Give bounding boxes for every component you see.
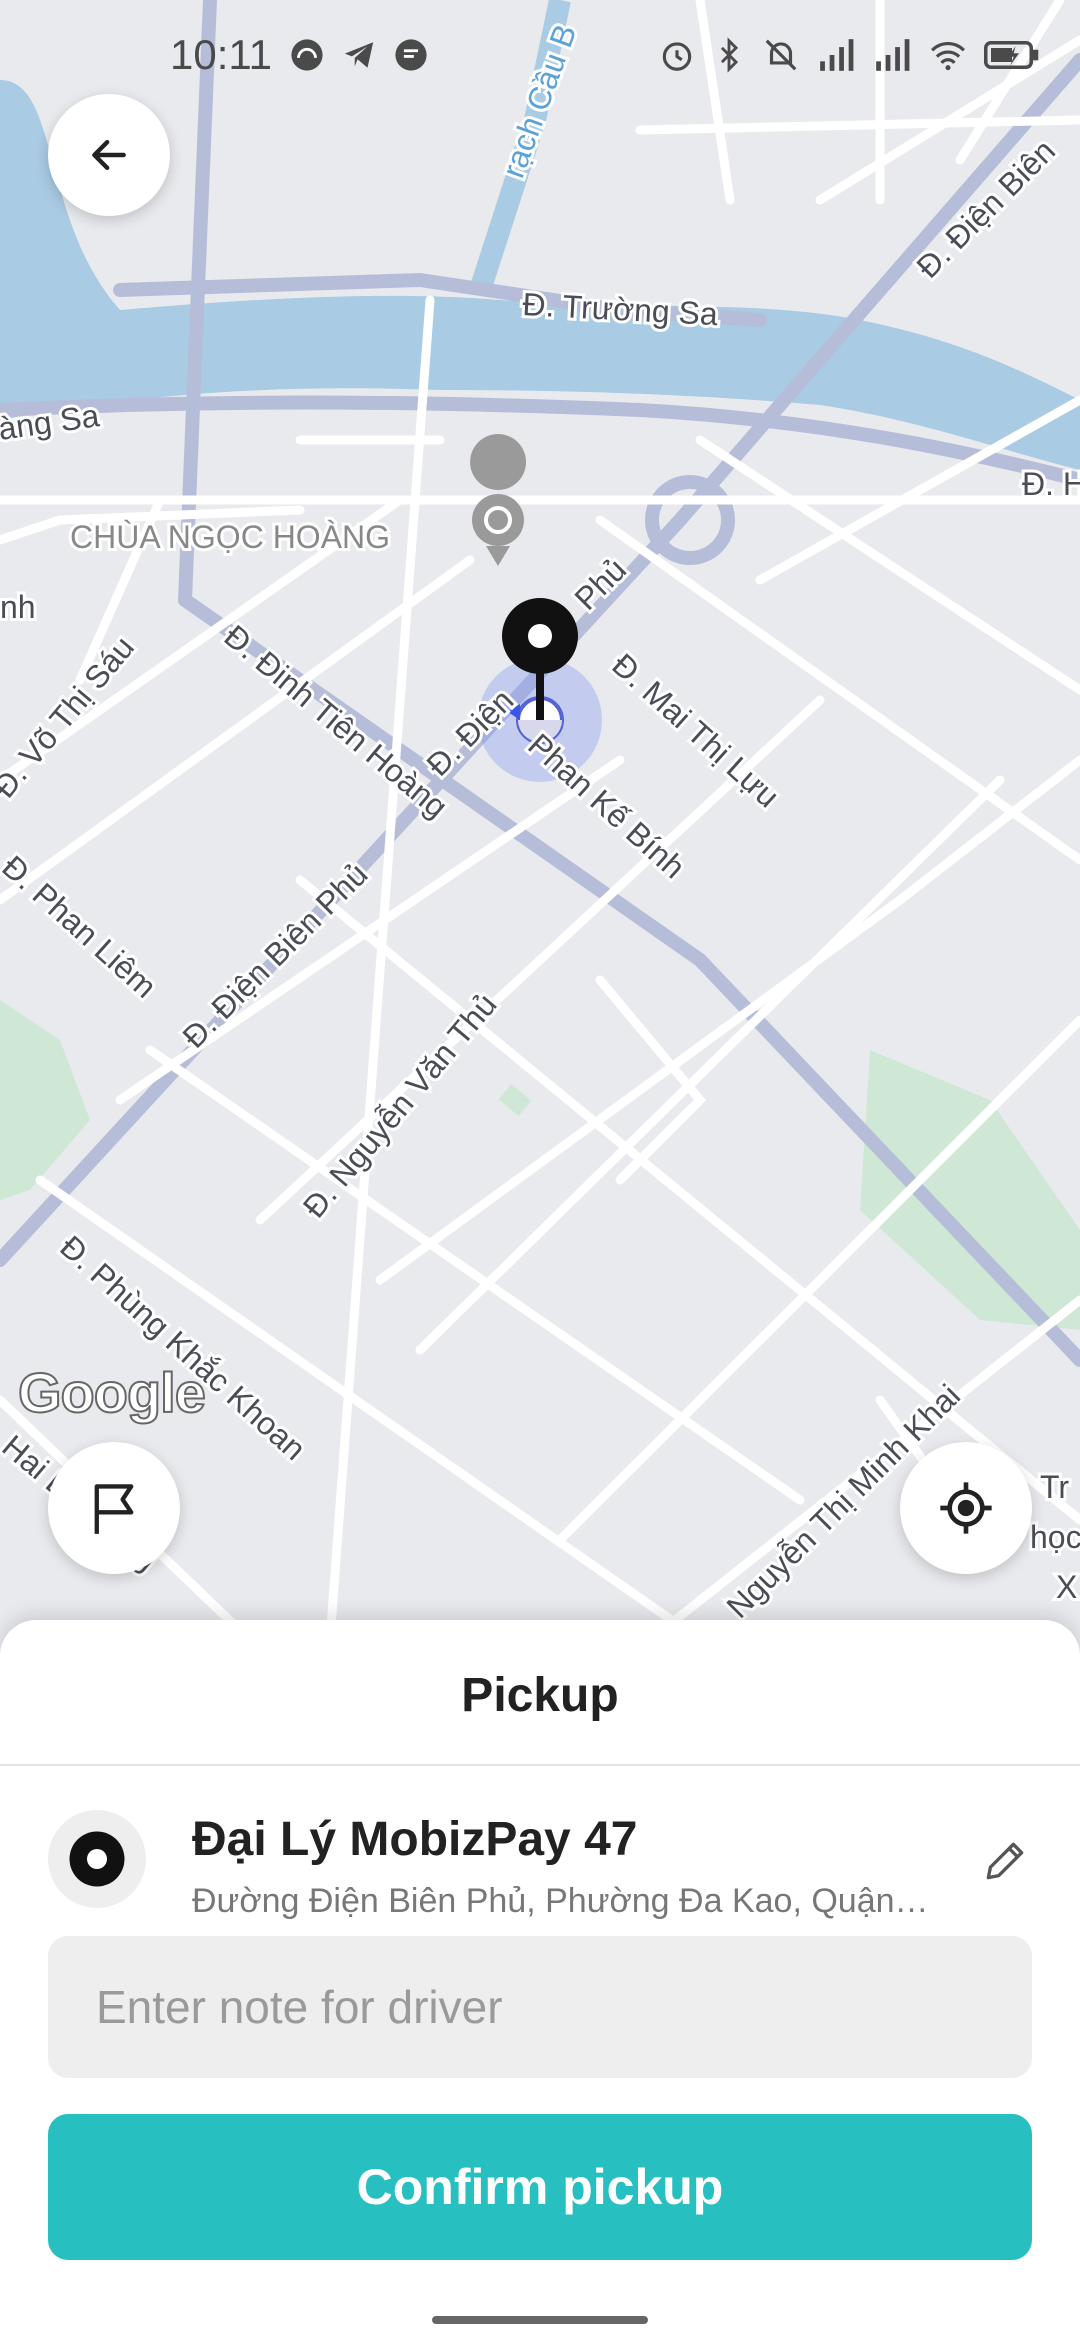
my-location-button[interactable] [900,1442,1032,1574]
signal-icon [876,39,910,71]
place-address: Đường Điện Biên Phủ, Phường Đa Kao, Quận… [192,1882,932,1920]
wifi-icon [931,42,965,71]
crosshair-icon [940,1482,992,1534]
flag-icon [94,1484,134,1534]
chat-bubble-icon [395,39,427,71]
edit-pickup-button[interactable] [970,1826,1040,1896]
signal-icon [820,39,854,71]
divider [0,1764,1080,1766]
google-logo: Google [17,1360,207,1425]
bell-off-icon [765,39,797,71]
bluetooth-icon [720,37,739,73]
home-indicator[interactable] [432,2316,648,2324]
back-button[interactable] [48,94,170,216]
pickup-marker-icon [48,1810,146,1908]
destination-flag-button[interactable] [48,1442,180,1574]
place-name: Đại Lý MobizPay 47 [192,1813,638,1866]
status-right [658,36,1040,74]
pickup-pin-center [528,624,552,648]
pickup-place-row[interactable]: Đại Lý MobizPay 47 Đường Điện Biên Phủ, … [0,1790,1080,1930]
status-time: 10:11 [170,31,272,78]
battery-icon [984,41,1039,69]
pickup-sheet: Pickup Đại Lý MobizPay 47 Đường Điện Biê… [0,1620,1080,2340]
pencil-icon [986,1842,1024,1880]
arrow-left-icon [92,139,126,171]
alarm-icon [662,42,692,71]
driver-note-input[interactable] [48,1936,1032,2078]
status-left: 10:11 [170,31,428,79]
confirm-pickup-button[interactable]: Confirm pickup [48,2114,1032,2260]
status-bar: 10:11 [0,0,1080,110]
headset-icon [291,39,323,71]
telegram-icon [344,42,374,68]
sheet-title: Pickup [461,1669,619,1722]
